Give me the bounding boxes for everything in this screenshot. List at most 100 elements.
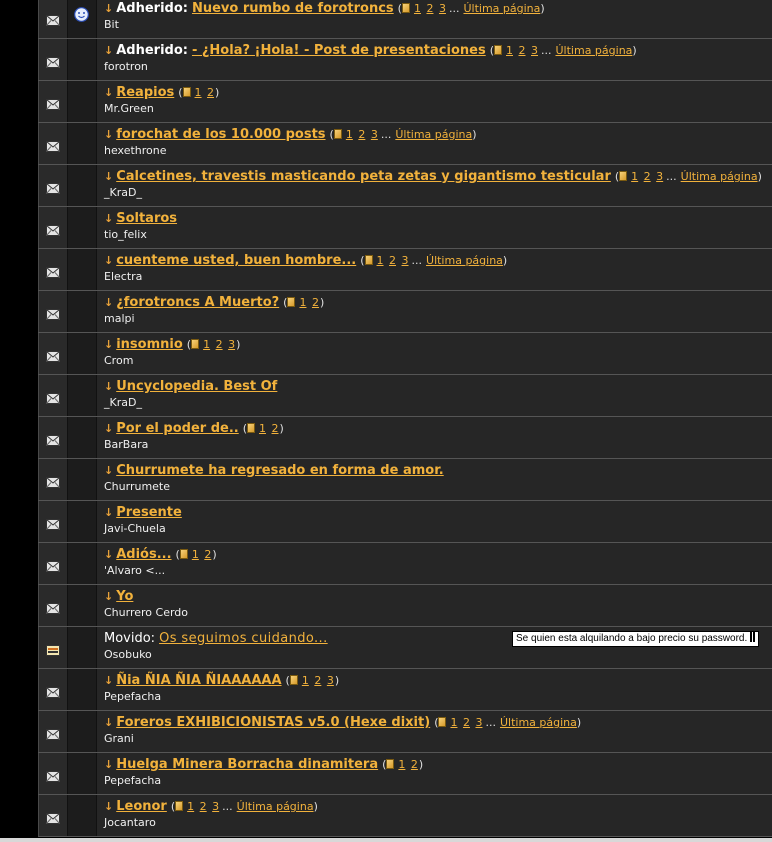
page-link[interactable]: 1: [203, 338, 210, 351]
topic-title-link[interactable]: Churrumete ha regresado en forma de amor…: [116, 463, 443, 478]
topic-title-link[interactable]: Ñia ÑIA ÑIA ÑIAAAAAA: [116, 673, 281, 688]
new-post-arrow-icon[interactable]: ↓: [104, 674, 113, 687]
topic-title-link[interactable]: Os seguimos cuidando...: [159, 631, 328, 646]
topic-title-link[interactable]: insomnio: [116, 337, 183, 352]
page-link[interactable]: 1: [192, 548, 199, 561]
topic-title-link[interactable]: forochat de los 10.000 posts: [116, 127, 325, 142]
new-post-arrow-icon[interactable]: ↓: [104, 380, 113, 393]
new-post-arrow-icon[interactable]: ↓: [104, 128, 113, 141]
new-post-arrow-icon[interactable]: ↓: [104, 296, 113, 309]
page-link[interactable]: 2: [644, 170, 651, 183]
page-link[interactable]: 2: [200, 800, 207, 813]
topic-row: ↓ insomnio(1 2 3) Crom: [0, 333, 772, 375]
page-link[interactable]: 1: [346, 128, 353, 141]
last-page-link[interactable]: Última página: [426, 254, 503, 267]
topic-title-link[interactable]: Yo: [116, 589, 133, 604]
topic-row: ↓ Yo Churrero Cerdo: [0, 585, 772, 627]
topic-title-link[interactable]: Calcetines, travestis masticando peta ze…: [116, 169, 611, 184]
topic-icon-cell: [38, 543, 68, 584]
topic-pagination: (1 2): [382, 758, 424, 771]
new-post-arrow-icon[interactable]: ↓: [104, 758, 113, 771]
topic-title-link[interactable]: Leonor: [116, 799, 167, 814]
topic-row: ↓ ¿forotroncs A Muerto? (1 2) malpi: [0, 291, 772, 333]
topic-title-link[interactable]: - ¿Hola? ¡Hola! - Post de presentaciones: [192, 43, 486, 58]
page-link[interactable]: 3: [439, 2, 446, 15]
page-link[interactable]: 2: [426, 2, 433, 15]
topic-smiley-cell: [68, 627, 96, 668]
new-post-arrow-icon[interactable]: ↓: [104, 2, 113, 15]
topic-row: ↓ Churrumete ha regresado en forma de amo…: [0, 459, 772, 501]
new-post-arrow-icon[interactable]: ↓: [104, 800, 113, 813]
page-link[interactable]: 1: [299, 296, 306, 309]
page-link[interactable]: 2: [389, 254, 396, 267]
last-page-link[interactable]: Última página: [463, 2, 540, 15]
new-post-arrow-icon[interactable]: ↓: [104, 170, 113, 183]
page-link[interactable]: 2: [358, 128, 365, 141]
page-link[interactable]: 2: [411, 758, 418, 771]
new-post-arrow-icon[interactable]: ↓: [104, 716, 113, 729]
page-link[interactable]: 1: [398, 758, 405, 771]
new-post-arrow-icon[interactable]: ↓: [104, 464, 113, 477]
page-link[interactable]: 3: [475, 716, 482, 729]
topic-title-link[interactable]: Adiós...: [116, 547, 171, 562]
topic-smiley-cell: [68, 333, 96, 374]
new-post-arrow-icon[interactable]: ↓: [104, 44, 113, 57]
last-page-link[interactable]: Última página: [556, 44, 633, 57]
topic-title-link[interactable]: ¿forotroncs A Muerto?: [116, 295, 279, 310]
envelope-icon: [46, 767, 60, 782]
page-link[interactable]: 1: [377, 254, 384, 267]
page-link[interactable]: 2: [314, 674, 321, 687]
page-link[interactable]: 2: [204, 548, 211, 561]
page-link[interactable]: 1: [506, 44, 513, 57]
topic-title-link[interactable]: Nuevo rumbo de forotroncs: [192, 1, 394, 16]
topic-row: ↓ cuenteme usted, buen hombre... (1 2 3...…: [0, 249, 772, 291]
topic-title-link[interactable]: Reapios: [116, 85, 174, 100]
new-post-arrow-icon[interactable]: ↓: [104, 212, 113, 225]
topic-title-link[interactable]: Huelga Minera Borracha dinamitera: [116, 757, 378, 772]
new-post-arrow-icon[interactable]: ↓: [104, 254, 113, 267]
page-link[interactable]: 1: [414, 2, 421, 15]
last-page-link[interactable]: Última página: [500, 716, 577, 729]
last-page-link[interactable]: Última página: [681, 170, 758, 183]
page-link[interactable]: 2: [207, 86, 214, 99]
topic-author: Jocantaro: [104, 816, 156, 829]
new-post-arrow-icon[interactable]: ↓: [104, 338, 113, 351]
page-link[interactable]: 2: [272, 422, 279, 435]
new-post-arrow-icon[interactable]: ↓: [104, 506, 113, 519]
topic-title-line: ↓ Ñia ÑIA ÑIA ÑIAAAAAA (1 2 3): [104, 673, 339, 689]
page-link[interactable]: 3: [228, 338, 235, 351]
page-link[interactable]: 2: [312, 296, 319, 309]
page-link[interactable]: 2: [519, 44, 526, 57]
last-page-link[interactable]: Última página: [395, 128, 472, 141]
page-link[interactable]: 1: [450, 716, 457, 729]
pagination-ellipsis: ...: [448, 2, 460, 15]
smiley-icon: [74, 7, 89, 22]
page-link[interactable]: 3: [212, 800, 219, 813]
page-link[interactable]: 2: [463, 716, 470, 729]
new-post-arrow-icon[interactable]: ↓: [104, 548, 113, 561]
page-link[interactable]: 1: [187, 800, 194, 813]
topic-title-link[interactable]: Uncyclopedia. Best Of: [116, 379, 277, 394]
new-post-arrow-icon[interactable]: ↓: [104, 86, 113, 99]
page-link[interactable]: 2: [216, 338, 223, 351]
page-link[interactable]: 1: [302, 674, 309, 687]
page-link[interactable]: 1: [631, 170, 638, 183]
page-link[interactable]: 3: [531, 44, 538, 57]
topic-row: ↓ Reapios (1 2) Mr.Green: [0, 81, 772, 123]
last-page-link[interactable]: Última página: [237, 800, 314, 813]
new-post-arrow-icon[interactable]: ↓: [104, 422, 113, 435]
new-post-arrow-icon[interactable]: ↓: [104, 590, 113, 603]
page-link[interactable]: 3: [327, 674, 334, 687]
topic-title-link[interactable]: Soltaros: [116, 211, 177, 226]
page-link[interactable]: 3: [371, 128, 378, 141]
topic-title-link[interactable]: Presente: [116, 505, 182, 520]
topic-title-link[interactable]: Por el poder de..: [116, 421, 239, 436]
topic-title-link[interactable]: Foreros EXHIBICIONISTAS v5.0 (Hexe dixit…: [116, 715, 430, 730]
page-link[interactable]: 1: [195, 86, 202, 99]
page-link[interactable]: 3: [402, 254, 409, 267]
topic-author: Bit: [104, 18, 119, 31]
page-link[interactable]: 1: [259, 422, 266, 435]
pages-icon: [182, 87, 191, 97]
page-link[interactable]: 3: [656, 170, 663, 183]
topic-title-link[interactable]: cuenteme usted, buen hombre...: [116, 253, 356, 268]
